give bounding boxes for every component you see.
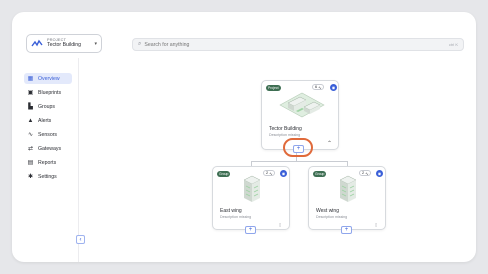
blueprint-icon: ▣: [27, 90, 34, 96]
groups-icon: ▙: [28, 104, 33, 110]
add-child-button[interactable]: +: [293, 145, 304, 153]
sidebar-item-sensors[interactable]: ∿ Sensors: [24, 129, 72, 140]
card-title: Tector Building: [269, 126, 302, 132]
sidebar-item-label: Sensors: [38, 131, 58, 138]
sensor-count-pill: 2 ∿: [263, 170, 276, 176]
sidebar: ▦ Overview ▣ Blueprints ▙ Groups ▲ Alert…: [12, 58, 79, 262]
sidebar-item-label: Alerts: [38, 117, 52, 124]
sidebar-item-groups[interactable]: ▙ Groups: [24, 101, 72, 112]
trash-icon[interactable]: ▯: [375, 222, 377, 227]
sensor-icon: ∿: [365, 171, 369, 176]
building-illustration: [339, 175, 357, 202]
sidebar-item-label: Groups: [38, 103, 56, 110]
card-description: Description missing: [316, 215, 348, 219]
connector-line: [251, 161, 348, 162]
building-illustration: [279, 92, 325, 118]
sidebar-item-alerts[interactable]: ▲ Alerts: [24, 115, 72, 126]
grid-icon: ▦: [27, 76, 34, 82]
card-title: West wing: [316, 208, 339, 214]
sidebar-item-label: Settings: [38, 173, 57, 180]
project-logo-icon: [31, 39, 43, 46]
hierarchy-canvas: Project 6 ∿ ◉ Tector Building Descriptio…: [79, 58, 476, 262]
sidebar-item-settings[interactable]: ✱ Settings: [24, 171, 72, 182]
card-description: Description missing: [220, 215, 252, 219]
sensor-count: 2: [362, 171, 365, 175]
app-window: PROJECT Tector Building ▾ ⌕ ctrl K ▦ Ove…: [12, 12, 476, 262]
sidebar-item-label: Overview: [38, 75, 60, 82]
search-input[interactable]: [144, 41, 449, 48]
building-illustration: [243, 175, 261, 202]
sidebar-item-reports[interactable]: ▤ Reports: [24, 157, 72, 168]
card-description: Description missing: [269, 133, 301, 137]
sidebar-item-label: Gateways: [38, 145, 62, 152]
settings-dot-icon[interactable]: ◉: [376, 170, 383, 177]
sensor-count: 2: [266, 171, 269, 175]
sidebar-item-label: Reports: [38, 159, 57, 166]
group-badge: Group: [217, 171, 231, 177]
sensor-count-pill: 2 ∿: [359, 170, 372, 176]
sidebar-item-label: Blueprints: [38, 89, 62, 96]
group-card-east-wing[interactable]: Group 2 ∿ ◉ East wing Description missin…: [212, 166, 290, 230]
gateway-icon: ⇄: [27, 146, 34, 152]
project-info: PROJECT Tector Building: [47, 38, 94, 49]
add-child-button[interactable]: +: [341, 226, 352, 234]
project-selector[interactable]: PROJECT Tector Building ▾: [26, 34, 102, 53]
search-shortcut: ctrl K: [448, 42, 458, 47]
search-icon: ⌕: [138, 41, 142, 47]
sensor-icon: ∿: [269, 171, 273, 176]
group-badge: Group: [313, 171, 327, 177]
card-title: East wing: [220, 208, 242, 214]
sensor-icon: ∿: [27, 132, 34, 138]
chevron-down-icon: ▾: [94, 40, 97, 47]
group-card-west-wing[interactable]: Group 2 ∿ ◉ West wing Description missin…: [308, 166, 386, 230]
add-child-button[interactable]: +: [245, 226, 256, 234]
expand-icon[interactable]: ⌃: [327, 140, 332, 147]
bell-icon: ▲: [27, 117, 34, 124]
settings-dot-icon[interactable]: ◉: [280, 170, 287, 177]
trash-icon[interactable]: ▯: [279, 222, 281, 227]
gear-icon: ✱: [27, 174, 34, 180]
settings-dot-icon[interactable]: ◉: [330, 84, 337, 91]
sidebar-item-blueprints[interactable]: ▣ Blueprints: [24, 87, 72, 98]
sidebar-item-overview[interactable]: ▦ Overview: [24, 73, 72, 84]
report-icon: ▤: [27, 160, 34, 166]
sidebar-item-gateways[interactable]: ⇄ Gateways: [24, 143, 72, 154]
project-name: Tector Building: [47, 42, 82, 49]
search-bar[interactable]: ⌕ ctrl K: [132, 38, 464, 51]
